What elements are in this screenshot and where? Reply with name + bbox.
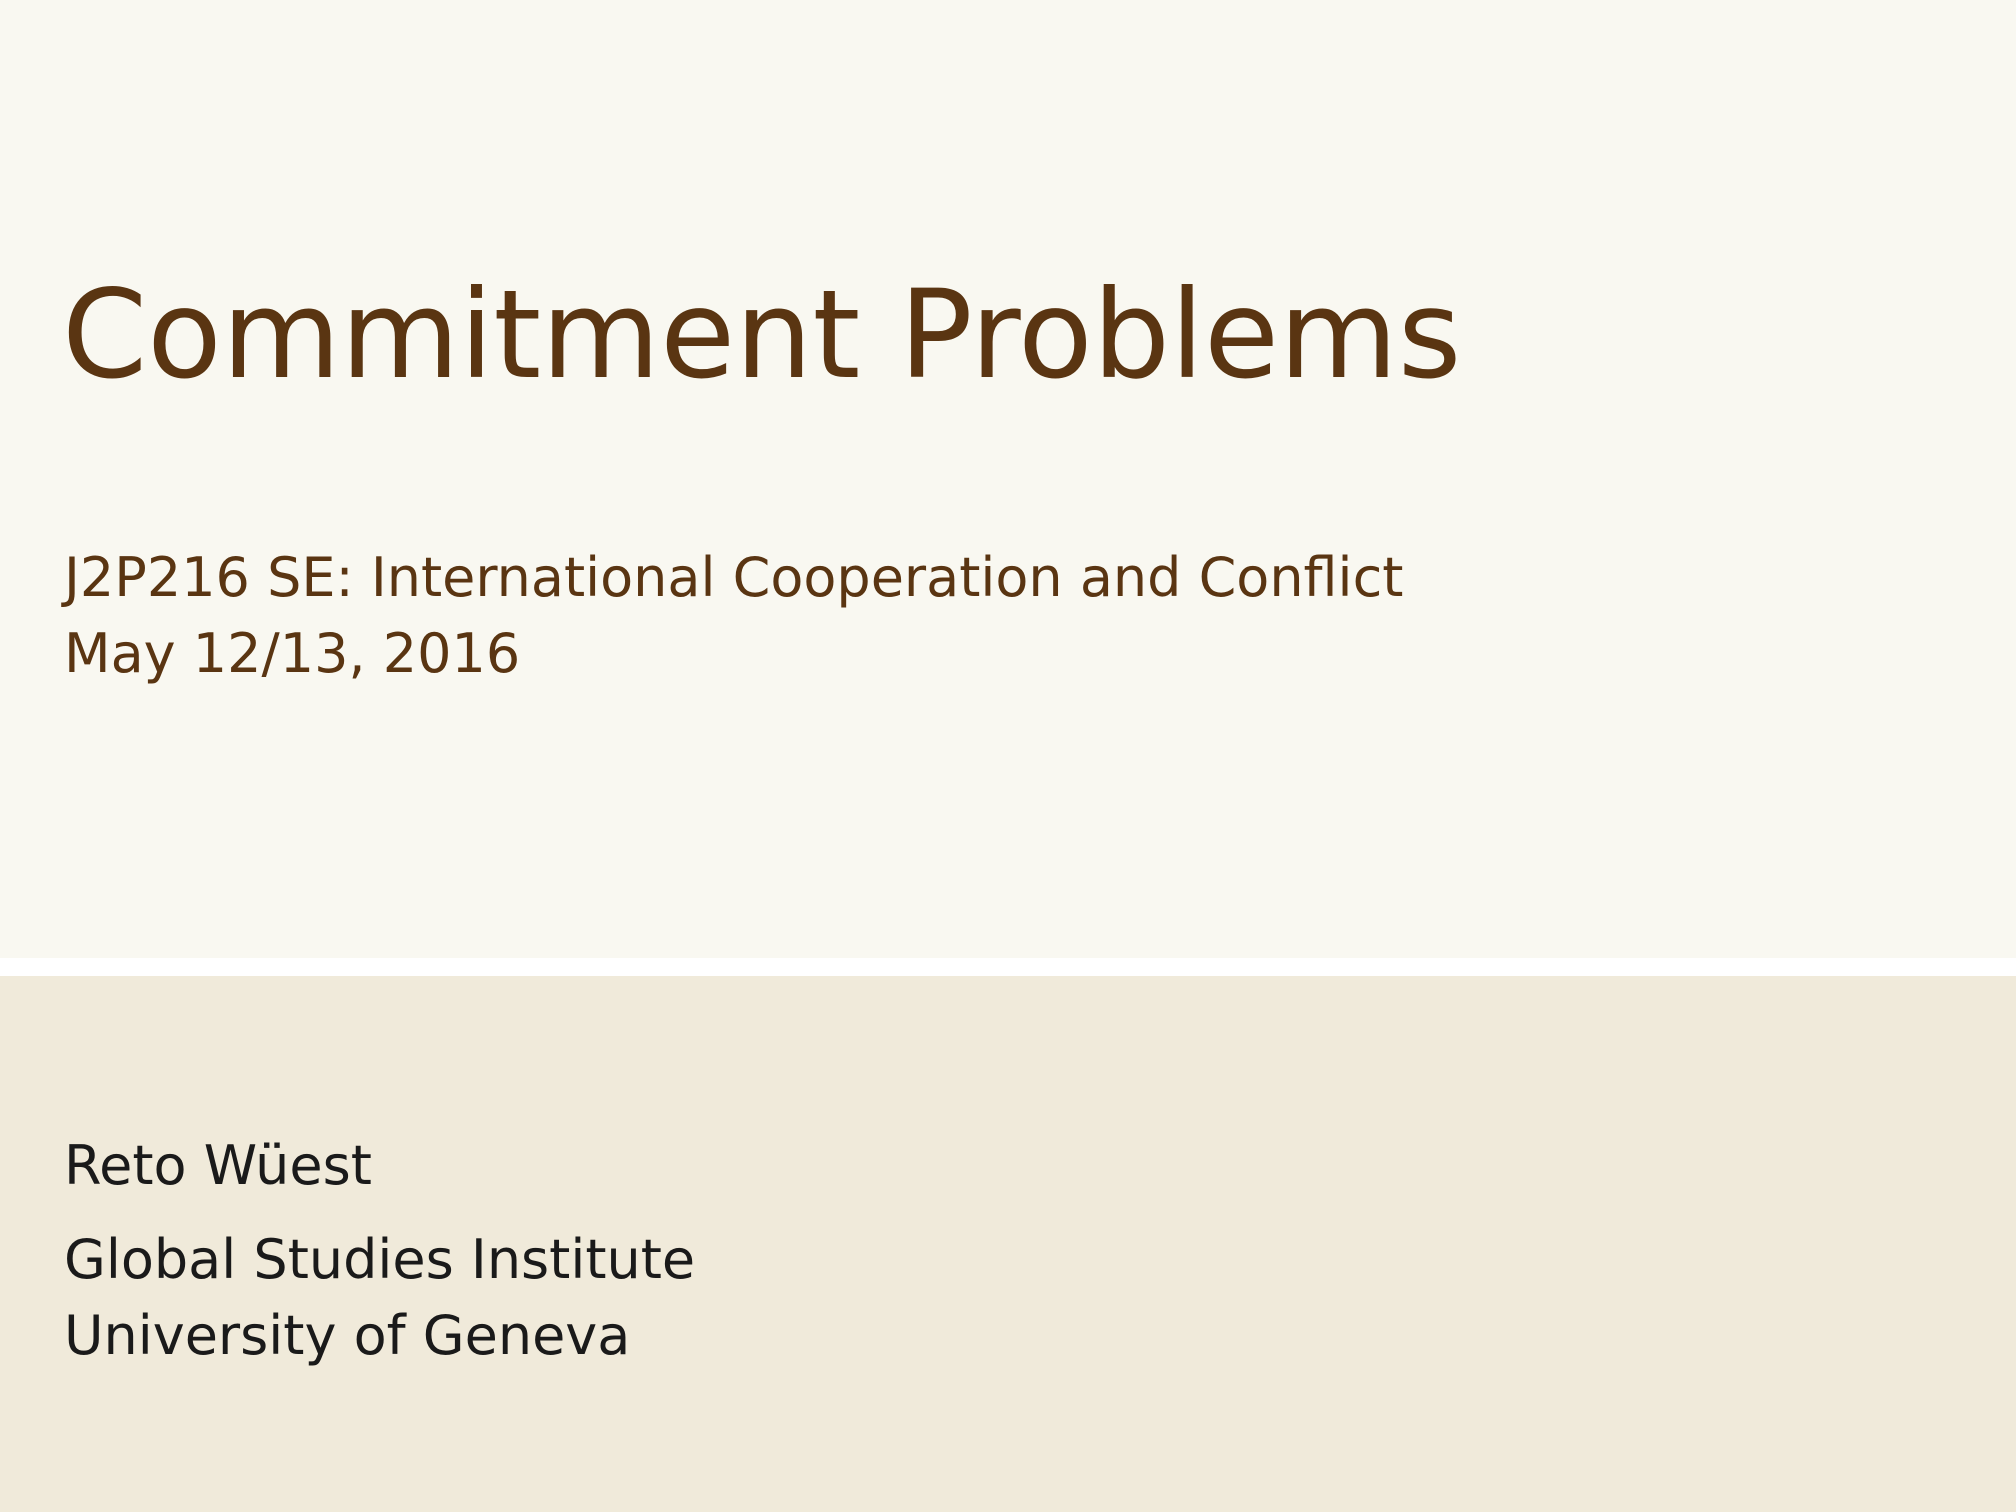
panel-divider: [0, 958, 2016, 976]
author-name: Reto Wüest: [64, 1134, 372, 1197]
title-slide: Commitment Problems J2P216 SE: Internati…: [0, 0, 2016, 1512]
presentation-date: May 12/13, 2016: [64, 622, 521, 685]
course-subtitle: J2P216 SE: International Cooperation and…: [64, 546, 1404, 609]
institute-name: Global Studies Institute: [64, 1228, 696, 1291]
title-panel: Commitment Problems J2P216 SE: Internati…: [0, 0, 2016, 958]
university-name: University of Geneva: [64, 1304, 631, 1367]
slide-title: Commitment Problems: [62, 264, 1462, 406]
